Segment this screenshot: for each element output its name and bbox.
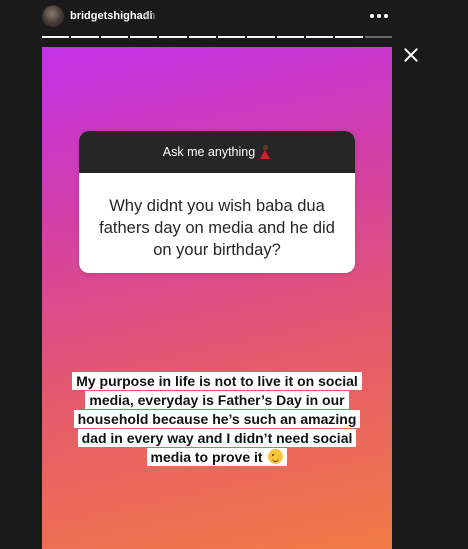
avatar[interactable] [42,5,64,27]
story-content[interactable]: Ask me anything Why didnt you wish baba … [42,47,392,549]
progress-segment [188,36,216,38]
progress-segment [364,36,392,38]
story-header: bridgetshighadi 4h [0,0,468,34]
question-sticker-header: Ask me anything [79,131,355,173]
close-icon[interactable] [403,47,419,63]
post-time: 4h [143,10,156,22]
answer-line: media, everyday is Father’s Day in our [85,391,349,409]
question-prompt: Ask me anything [162,145,256,159]
progress-segment [247,36,275,38]
answer-line: dad in every way and I didn’t need socia… [77,429,357,447]
question-sticker: Ask me anything Why didnt you wish baba … [79,131,355,273]
progress-segment [129,36,158,38]
answer-line: household because he’s such an amazing [73,410,361,428]
story-progress-bar [42,36,392,38]
more-options-icon[interactable] [370,6,388,26]
progress-segment [71,36,99,38]
progress-segment [335,36,363,38]
progress-segment [305,36,334,38]
progress-segment [217,36,246,38]
answer-line: My purpose in life is not to live it on … [72,372,362,390]
answer-text: My purpose in life is not to live it on … [42,372,392,467]
progress-segment [42,36,70,38]
progress-segment [276,36,304,38]
answer-line: media to prove it [150,449,263,465]
username[interactable]: bridgetshighadi [70,10,153,22]
progress-segment [159,36,187,38]
question-text: Why didnt you wish baba dua fathers day … [99,197,335,259]
winking-face-emoji-icon [268,449,284,464]
dancer-emoji-icon [259,145,271,159]
progress-segment [100,36,128,38]
